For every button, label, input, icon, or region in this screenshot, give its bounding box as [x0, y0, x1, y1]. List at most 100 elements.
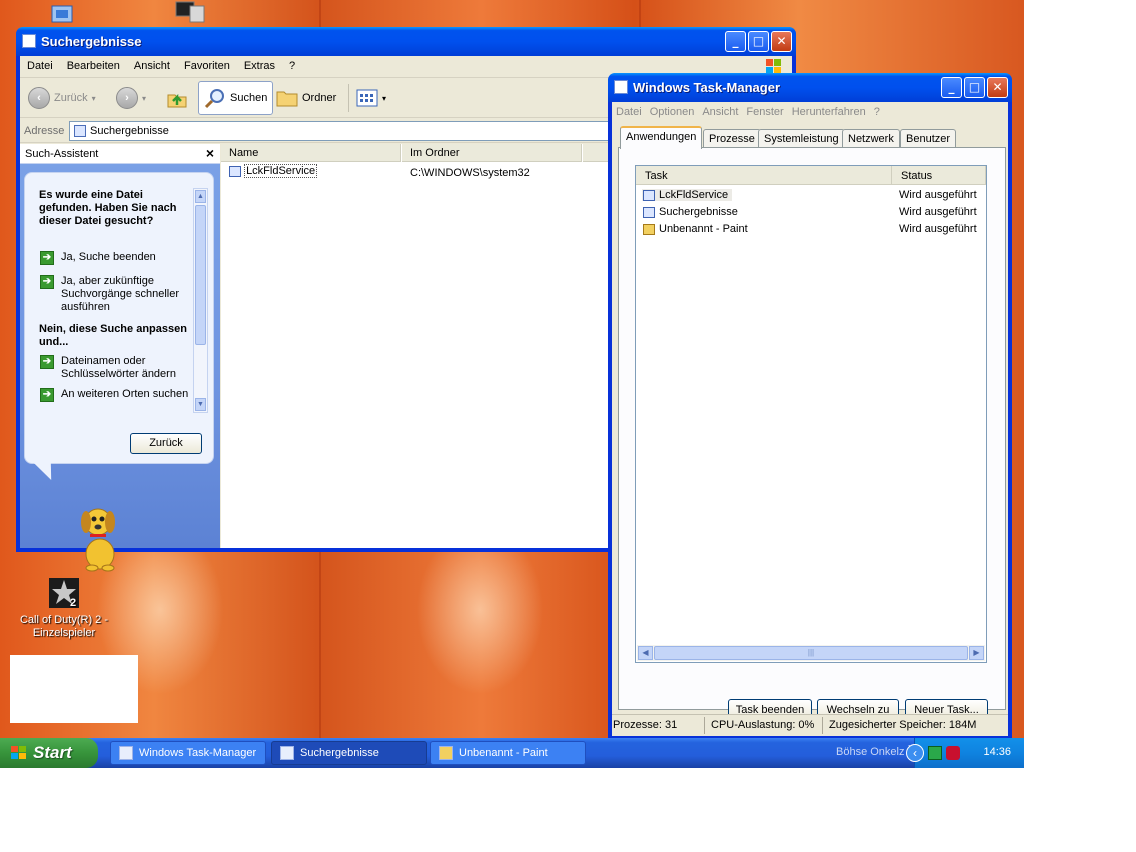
task-status: Wird ausgeführt	[899, 223, 977, 235]
scroll-thumb[interactable]: |||	[654, 646, 968, 660]
tm-menu-help[interactable]: ?	[870, 102, 884, 122]
assistant-back-button[interactable]: Zurück	[130, 433, 202, 454]
menu-datei[interactable]: Datei	[20, 56, 60, 76]
option-change-keywords[interactable]: ➔ Dateinamen oder Schlüsselwörter ändern	[40, 355, 190, 381]
folders-button[interactable]: Ordner	[276, 83, 336, 113]
tm-close-button[interactable]: ✕	[987, 77, 1008, 98]
option-faster-search[interactable]: ➔ Ja, aber zukünftige Suchvorgänge schne…	[40, 275, 190, 314]
status-commit: Zugesicherter Speicher: 184M	[829, 719, 977, 731]
task-row[interactable]: Unbenannt - Paint Wird ausgeführt	[642, 221, 982, 238]
tm-menu-fenster[interactable]: Fenster	[742, 102, 787, 122]
green-arrow-icon: ➔	[40, 388, 54, 402]
scroll-right-icon[interactable]: ▶	[969, 646, 984, 660]
assistant-title: Such-Assistent	[25, 148, 99, 160]
tab-anwendungen[interactable]: Anwendungen	[620, 126, 703, 149]
column-header-status[interactable]: Status	[892, 166, 986, 185]
task-manager-icon	[119, 746, 133, 760]
column-header-name[interactable]: Name	[221, 144, 401, 162]
menu-help[interactable]: ?	[282, 56, 302, 76]
task-row[interactable]: LckFldService Wird ausgeführt	[642, 187, 982, 204]
task-manager-window[interactable]: Windows Task-Manager _ □ ✕ Datei Optionen…	[608, 73, 1012, 740]
result-row[interactable]: LckFldService	[229, 164, 318, 178]
clock: 14:36	[983, 746, 1011, 758]
forward-arrow-icon: ›	[116, 87, 138, 109]
search-results-icon	[643, 207, 655, 218]
green-arrow-icon: ➔	[40, 355, 54, 369]
applications-panel: Task Status LckFldService Wird ausgeführ…	[618, 147, 1006, 721]
menu-bearbeiten[interactable]: Bearbeiten	[60, 56, 127, 76]
scroll-thumb[interactable]	[195, 205, 206, 345]
paint-icon	[643, 224, 655, 235]
paint-icon	[439, 746, 453, 760]
taskbar-button-label: Unbenannt - Paint	[459, 747, 548, 759]
close-assistant-icon[interactable]: ×	[206, 145, 214, 161]
task-status: Wird ausgeführt	[899, 189, 977, 201]
close-button[interactable]: ✕	[771, 31, 792, 52]
search-label: Suchen	[230, 92, 268, 104]
back-button[interactable]: ‹ Zurück ▾	[28, 83, 96, 113]
taskbar-button-paint[interactable]: Unbenannt - Paint	[430, 741, 586, 765]
assistant-scrollbar[interactable]: ▲ ▼	[193, 188, 208, 413]
minimize-button[interactable]: _	[725, 31, 746, 52]
task-manager-body: Datei Optionen Ansicht Fenster Herunterfahre…	[612, 102, 1008, 736]
desktop-computer-icon[interactable]	[174, 0, 208, 26]
tab-systemleistung[interactable]: Systemleistung	[758, 129, 845, 148]
search-dog-icon[interactable]	[70, 502, 130, 572]
views-button[interactable]: ▾	[356, 83, 386, 113]
assistant-header: Such-Assistent ×	[20, 144, 220, 164]
taskbar-button-label: Windows Task-Manager	[139, 747, 257, 759]
network-tray-icon[interactable]	[928, 746, 942, 760]
tm-menu-optionen[interactable]: Optionen	[646, 102, 699, 122]
green-arrow-icon: ➔	[40, 251, 54, 265]
search-window-titlebar[interactable]: Suchergebnisse _ □ ✕	[16, 27, 796, 56]
option-more-locations-label: An weiteren Orten suchen	[61, 388, 189, 400]
svg-text:2: 2	[70, 597, 76, 609]
task-status: Wird ausgeführt	[899, 206, 977, 218]
window-icon	[643, 190, 655, 201]
tm-maximize-button[interactable]: □	[964, 77, 985, 98]
desktop-icon-callofduty[interactable]: 2 Call of Duty(R) 2 - Einzelspieler	[14, 577, 114, 640]
tm-minimize-button[interactable]: _	[941, 77, 962, 98]
folders-label: Ordner	[302, 92, 337, 104]
search-window-title: Suchergebnisse	[41, 34, 142, 49]
antivirus-tray-icon[interactable]	[946, 746, 960, 760]
tm-menu-datei[interactable]: Datei	[612, 102, 646, 122]
start-button[interactable]: Start	[0, 738, 98, 768]
scroll-left-icon[interactable]: ◀	[638, 646, 653, 660]
tm-menu-herunterfahren[interactable]: Herunterfahren	[788, 102, 870, 122]
column-header-folder[interactable]: Im Ordner	[402, 144, 582, 162]
desktop-network-icon[interactable]	[48, 2, 80, 26]
address-value: Suchergebnisse	[90, 125, 169, 137]
task-list[interactable]: Task Status LckFldService Wird ausgeführ…	[635, 165, 987, 663]
task-name: Unbenannt - Paint	[659, 223, 748, 235]
option-stop-search[interactable]: ➔ Ja, Suche beenden	[40, 251, 190, 265]
tab-benutzer[interactable]: Benutzer	[900, 129, 957, 148]
task-manager-icon	[614, 80, 628, 94]
scroll-down-icon[interactable]: ▼	[195, 398, 206, 411]
tray-expand-icon[interactable]: ‹	[906, 744, 924, 762]
result-name: LckFldService	[244, 164, 318, 178]
horizontal-scrollbar[interactable]: ◀ ||| ▶	[637, 645, 985, 661]
quicklaunch-toolbar-label[interactable]: Böhse Onkelz	[836, 746, 904, 758]
option-change-keywords-label: Dateinamen oder Schlüsselwörter ändern	[61, 355, 176, 380]
up-folder-button[interactable]	[166, 83, 188, 113]
tab-netzwerk[interactable]: Netzwerk	[842, 129, 900, 148]
forward-button[interactable]: › ▾	[116, 83, 146, 113]
scroll-up-icon[interactable]: ▲	[195, 190, 206, 203]
green-arrow-icon: ➔	[40, 275, 54, 289]
menu-favoriten[interactable]: Favoriten	[177, 56, 237, 76]
search-button[interactable]: Suchen	[198, 81, 274, 115]
option-more-locations[interactable]: ➔ An weiteren Orten suchen	[40, 388, 190, 402]
task-manager-titlebar[interactable]: Windows Task-Manager _ □ ✕	[608, 73, 1012, 102]
menu-ansicht[interactable]: Ansicht	[127, 56, 177, 76]
menu-extras[interactable]: Extras	[237, 56, 282, 76]
back-label: Zurück	[54, 92, 88, 104]
task-manager-title: Windows Task-Manager	[633, 80, 780, 95]
maximize-button[interactable]: □	[748, 31, 769, 52]
taskbar-button-taskmanager[interactable]: Windows Task-Manager	[110, 741, 266, 765]
task-row[interactable]: Suchergebnisse Wird ausgeführt	[642, 204, 982, 221]
column-header-task[interactable]: Task	[636, 166, 892, 185]
taskbar-button-search[interactable]: Suchergebnisse	[271, 741, 427, 765]
tm-menu-ansicht[interactable]: Ansicht	[698, 102, 742, 122]
tab-prozesse[interactable]: Prozesse	[703, 129, 761, 148]
